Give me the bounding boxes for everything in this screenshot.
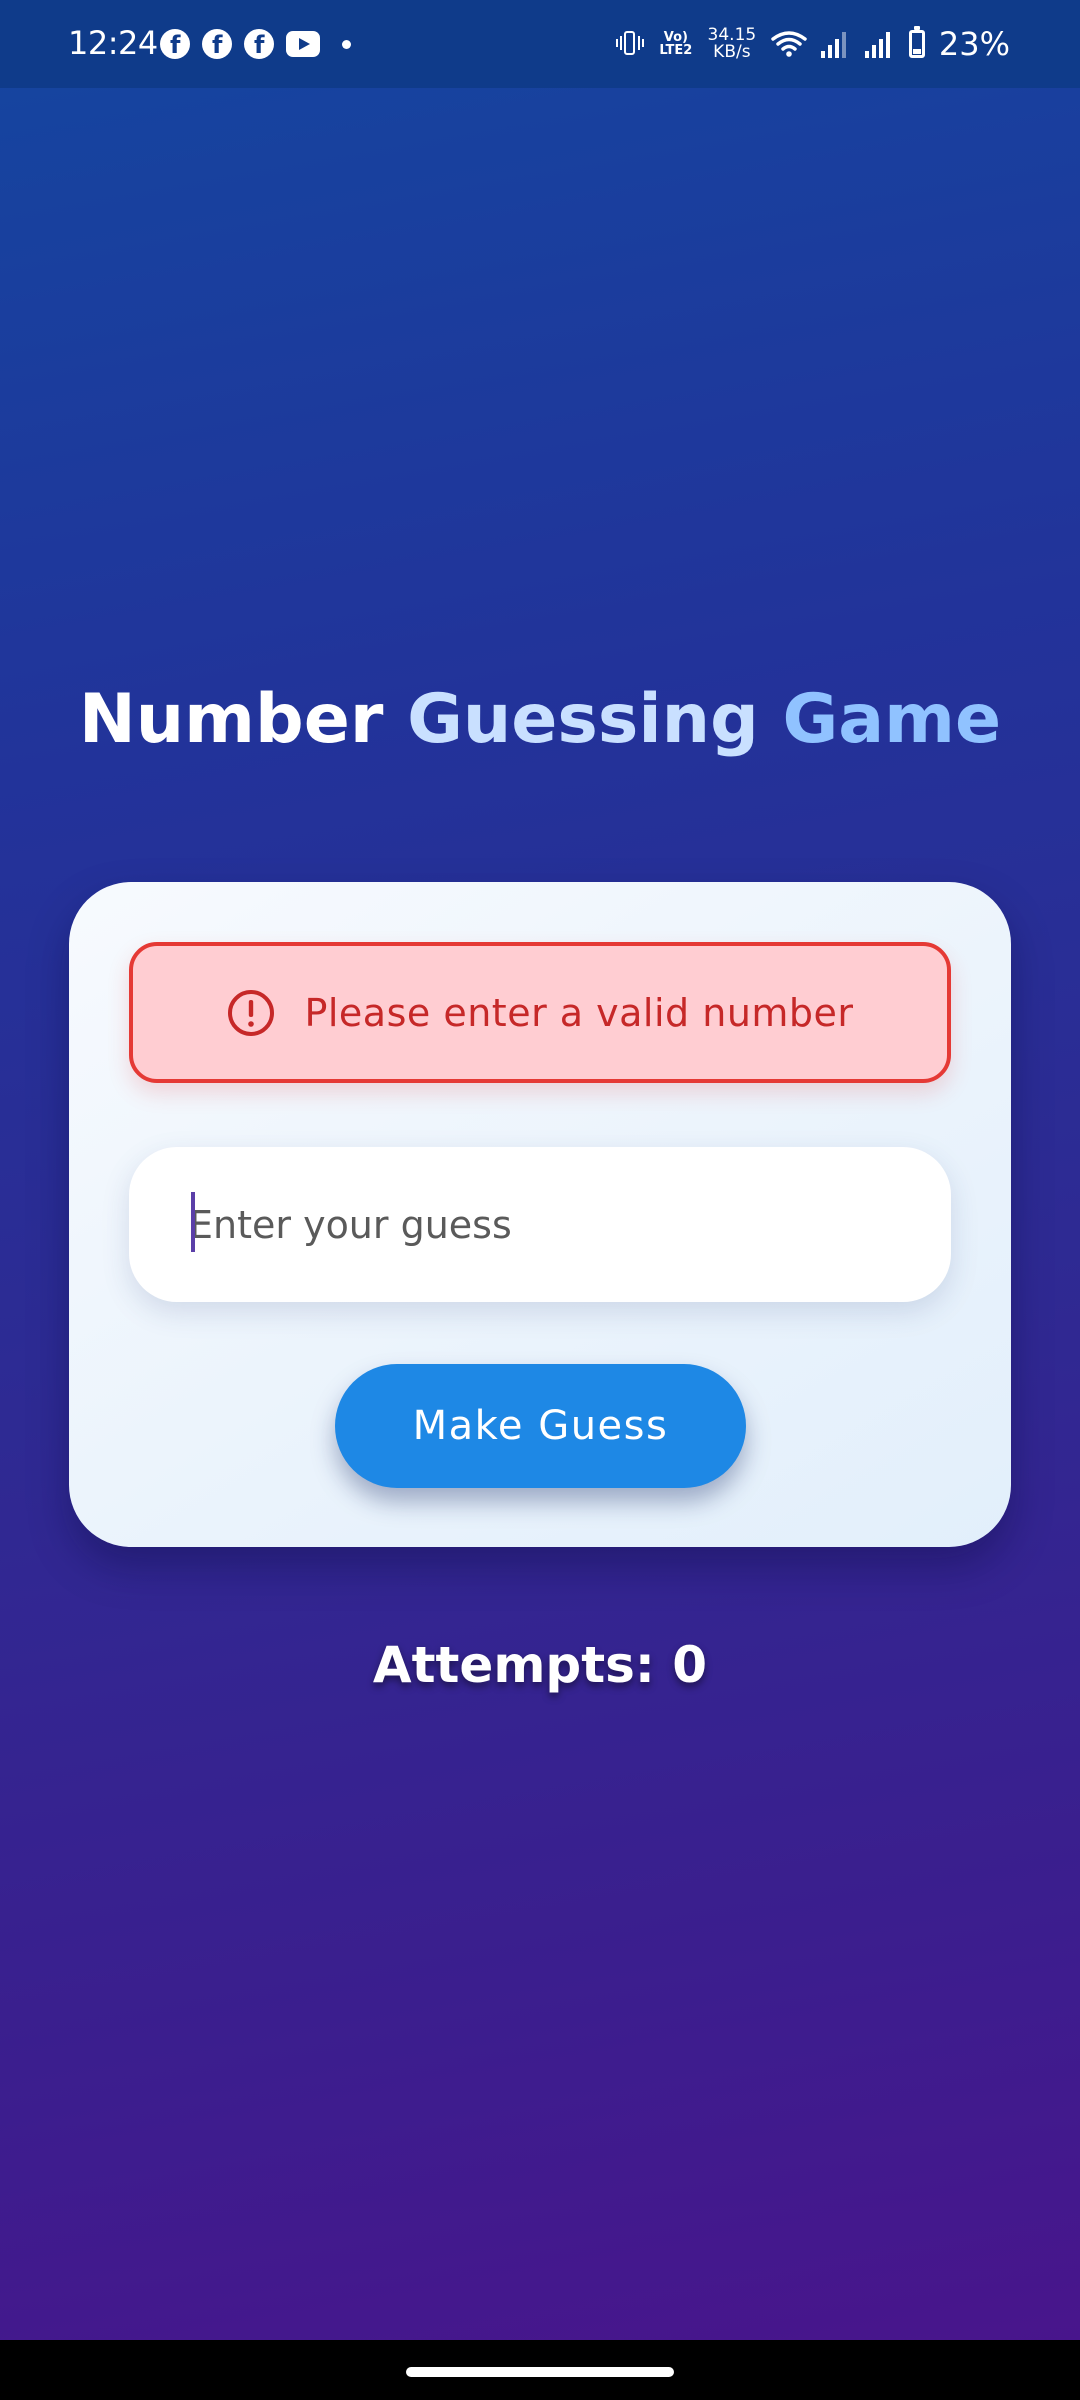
- facebook-icon: [160, 29, 190, 59]
- volte-indicator: Vo) LTE2: [659, 31, 693, 57]
- more-notifications-dot-icon: [342, 39, 351, 49]
- status-bar: 12:24 Vo) LTE2 34.15 KB/s: [0, 0, 1080, 88]
- wifi-icon: [771, 31, 807, 57]
- attempts-counter: Attempts: 0: [372, 1636, 708, 1694]
- title-word-guessing: Guessing: [407, 680, 759, 759]
- vibrate-icon: [615, 29, 645, 59]
- error-alert-icon: [228, 989, 275, 1036]
- youtube-icon: [286, 31, 320, 57]
- page-title: Number Guessing Game: [0, 680, 1080, 759]
- error-message-text: Please enter a valid number: [304, 990, 854, 1035]
- make-guess-button[interactable]: Make Guess: [335, 1364, 746, 1488]
- home-gesture-handle[interactable]: [406, 2367, 674, 2377]
- guess-input[interactable]: [129, 1147, 951, 1302]
- battery-percentage: 23%: [938, 25, 1010, 63]
- navigation-bar: [0, 2340, 1080, 2400]
- network-speed-unit: KB/s: [713, 42, 751, 62]
- status-time: 12:24: [68, 24, 158, 62]
- facebook-icon: [202, 29, 232, 59]
- text-cursor: [191, 1192, 195, 1252]
- signal-strength-sim2-icon: [864, 30, 895, 58]
- battery-icon: [908, 26, 925, 58]
- title-word-number: Number: [78, 680, 384, 759]
- game-card: Please enter a valid number Make Guess: [69, 882, 1011, 1547]
- title-word-game: Game: [782, 680, 1002, 759]
- signal-strength-sim1-icon: [820, 30, 851, 58]
- notification-icons: [160, 26, 351, 62]
- network-speed: 34.15 KB/s: [707, 27, 757, 61]
- error-message-box: Please enter a valid number: [129, 942, 951, 1083]
- lte-label: LTE2: [659, 43, 693, 58]
- facebook-icon: [244, 29, 274, 59]
- system-icons: Vo) LTE2 34.15 KB/s 23%: [615, 22, 1010, 66]
